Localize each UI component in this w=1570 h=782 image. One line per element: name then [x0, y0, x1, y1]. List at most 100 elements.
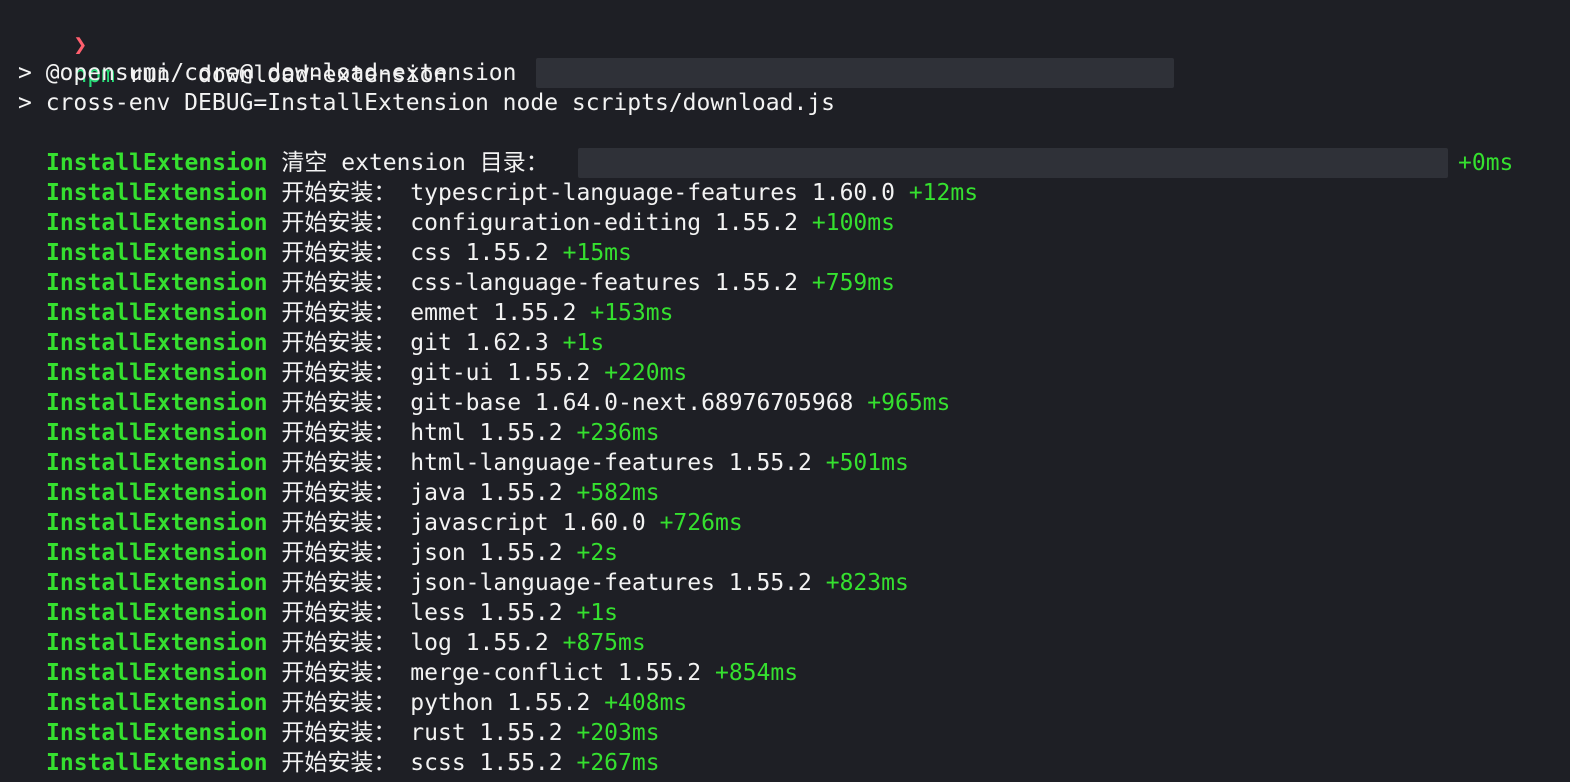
install-log-line: InstallExtension 开始安装： scss 1.55.2 +267m… [46, 748, 660, 778]
install-prefix: 开始安装： [281, 300, 397, 326]
log-message: 清空 extension 目录： [267, 150, 549, 176]
extension-name: rust [410, 720, 466, 746]
install-log-line: InstallExtension 开始安装： typescript-langua… [46, 178, 978, 208]
install-log-line: InstallExtension 开始安装： less 1.55.2 +1s [46, 598, 618, 628]
extension-version: 1.55.2 [618, 660, 702, 686]
install-log-line: InstallExtension 开始安装： html 1.55.2 +236m… [46, 418, 660, 448]
terminal-window[interactable]: ❯ npm run download-extension > @opensumi… [0, 0, 1570, 782]
extension-name: html-language-features [410, 450, 715, 476]
extension-version: 1.55.2 [479, 720, 563, 746]
install-log-line: InstallExtension 开始安装： html-language-fea… [46, 448, 909, 478]
debug-namespace: InstallExtension [46, 420, 268, 446]
debug-namespace: InstallExtension [46, 600, 268, 626]
install-log-line: InstallExtension 开始安装： git-base 1.64.0-n… [46, 388, 950, 418]
install-log-line: InstallExtension 开始安装： css-language-feat… [46, 268, 895, 298]
extension-name: css [410, 240, 452, 266]
extension-name: merge-conflict [410, 660, 605, 686]
install-prefix: 开始安装： [281, 180, 397, 206]
elapsed-time: +12ms [908, 180, 979, 206]
debug-namespace: InstallExtension [46, 750, 268, 776]
debug-namespace: InstallExtension [46, 690, 268, 716]
install-prefix: 开始安装： [281, 240, 397, 266]
debug-namespace: InstallExtension [46, 570, 268, 596]
extension-name: css-language-features [410, 270, 702, 296]
install-log-line: InstallExtension 开始安装： java 1.55.2 +582m… [46, 478, 660, 508]
debug-namespace: InstallExtension [46, 720, 268, 746]
elapsed-time: +582ms [576, 480, 660, 506]
script-header-line: > @opensumi/core@ download-extension [18, 60, 517, 86]
extension-name: log [410, 630, 452, 656]
extension-name: html [410, 420, 466, 446]
install-log-line: InstallExtension 开始安装： python 1.55.2 +40… [46, 688, 687, 718]
install-log-line: InstallExtension 开始安装： json 1.55.2 +2s [46, 538, 618, 568]
install-log-line: InstallExtension 开始安装： json-language-fea… [46, 568, 909, 598]
install-prefix: 开始安装： [281, 390, 397, 416]
elapsed-time: +854ms [714, 660, 799, 686]
elapsed-time: +236ms [576, 420, 660, 446]
elapsed-time: +267ms [576, 750, 660, 776]
debug-namespace: InstallExtension [46, 480, 268, 506]
install-log-line: InstallExtension 开始安装： rust 1.55.2 +203m… [46, 718, 660, 748]
install-prefix: 开始安装： [281, 450, 397, 476]
debug-namespace: InstallExtension [46, 510, 268, 536]
extension-name: git-ui [410, 360, 494, 386]
extension-version: 1.55.2 [714, 270, 799, 296]
extension-name: java [410, 480, 466, 506]
debug-namespace: InstallExtension [46, 390, 268, 416]
script-header-line: > cross-env DEBUG=InstallExtension node … [18, 90, 835, 116]
elapsed-time: +153ms [590, 300, 674, 326]
install-prefix: 开始安装： [281, 420, 397, 446]
elapsed-time: +726ms [659, 510, 743, 536]
extension-version: 1.60.0 [562, 510, 646, 536]
debug-namespace: InstallExtension [46, 330, 268, 356]
debug-namespace: InstallExtension [46, 240, 268, 266]
extension-version: 1.55.2 [714, 210, 799, 236]
install-prefix: 开始安装： [281, 210, 397, 236]
extension-name: less [410, 600, 466, 626]
extension-version: 1.55.2 [479, 420, 563, 446]
elapsed-time: +875ms [562, 630, 646, 656]
extension-version: 1.55.2 [507, 360, 591, 386]
elapsed-time: +0ms [1458, 150, 1514, 176]
elapsed-time: +759ms [811, 270, 895, 296]
install-prefix: 开始安装： [281, 600, 397, 626]
elapsed-time: +408ms [604, 690, 688, 716]
install-prefix: 开始安装： [281, 630, 397, 656]
extension-version: 1.55.2 [493, 300, 577, 326]
extension-name: scss [410, 750, 466, 776]
install-prefix: 开始安装： [281, 510, 397, 536]
elapsed-time: +15ms [562, 240, 632, 266]
elapsed-time: +203ms [576, 720, 660, 746]
elapsed-time: +220ms [604, 360, 688, 386]
extension-version: 1.55.2 [479, 750, 563, 776]
elapsed-time: +823ms [825, 570, 909, 596]
extension-version: 1.55.2 [465, 630, 549, 656]
debug-namespace: InstallExtension [46, 660, 268, 686]
elapsed-time: +1s [576, 600, 619, 626]
debug-namespace: InstallExtension [46, 210, 268, 236]
install-log-line: InstallExtension 开始安装： log 1.55.2 +875ms [46, 628, 646, 658]
install-prefix: 开始安装： [281, 330, 397, 356]
extension-name: configuration-editing [410, 210, 702, 236]
install-prefix: 开始安装： [281, 480, 397, 506]
install-prefix: 开始安装： [281, 540, 397, 566]
extension-version: 1.55.2 [507, 690, 591, 716]
extension-version: 1.55.2 [479, 540, 563, 566]
install-prefix: 开始安装： [281, 660, 397, 686]
elapsed-time: +965ms [867, 390, 951, 416]
redacted-block [536, 58, 1174, 88]
debug-namespace: InstallExtension [46, 300, 268, 326]
elapsed-time: +2s [576, 540, 619, 566]
elapsed-time: +100ms [811, 210, 895, 236]
install-log-line: InstallExtension 开始安装： configuration-edi… [46, 208, 895, 238]
install-prefix: 开始安装： [281, 690, 397, 716]
extension-version: 1.64.0-next.68976705968 [534, 390, 854, 416]
extension-name: typescript-language-features [410, 180, 799, 206]
elapsed-time: +501ms [825, 450, 909, 476]
install-log-line: InstallExtension 开始安装： css 1.55.2 +15ms [46, 238, 632, 268]
extension-version: 1.55.2 [479, 480, 563, 506]
extension-version: 1.60.0 [811, 180, 895, 206]
debug-namespace: InstallExtension [46, 270, 268, 296]
redacted-path [578, 148, 1448, 178]
elapsed-time: +1s [562, 330, 605, 356]
